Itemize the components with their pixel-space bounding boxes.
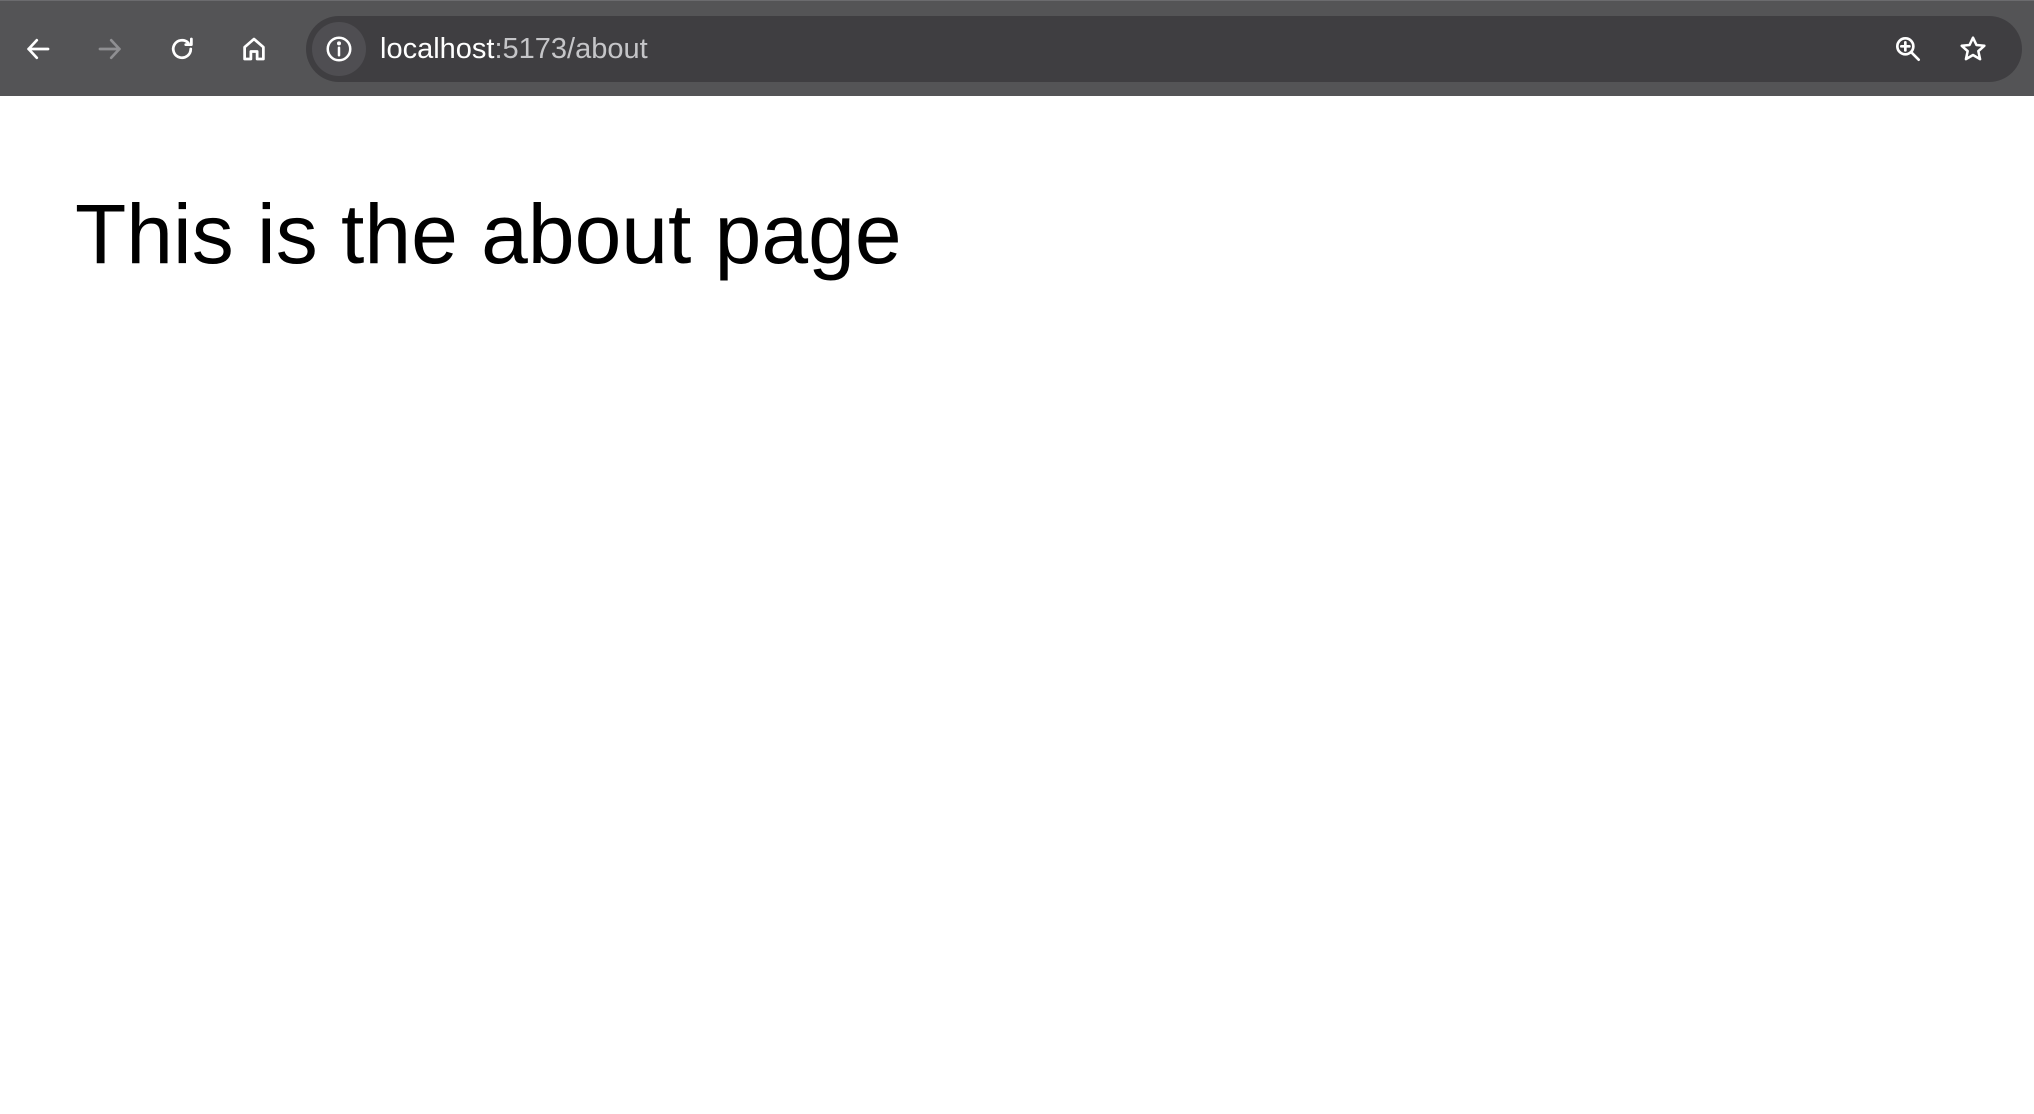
- zoom-button[interactable]: [1884, 25, 1932, 73]
- url-text[interactable]: localhost:5173/about: [380, 16, 648, 82]
- back-button[interactable]: [14, 25, 62, 73]
- address-bar[interactable]: localhost:5173/about: [306, 16, 2022, 82]
- bookmark-button[interactable]: [1949, 25, 1997, 73]
- home-button[interactable]: [230, 25, 278, 73]
- reload-icon: [171, 37, 193, 60]
- url-host: localhost: [380, 33, 495, 65]
- site-info-button[interactable]: [312, 22, 366, 76]
- zoom-in-icon: [1896, 36, 1920, 61]
- reload-button[interactable]: [158, 25, 206, 73]
- info-icon: [326, 36, 352, 62]
- arrow-right-icon: [98, 38, 121, 60]
- page-heading: This is the about page: [75, 187, 902, 281]
- arrow-left-icon: [27, 38, 50, 60]
- home-icon: [243, 37, 265, 61]
- browser-toolbar: localhost:5173/about: [0, 0, 2034, 96]
- star-icon: [1960, 36, 1986, 61]
- forward-button[interactable]: [86, 25, 134, 73]
- url-path: :5173/about: [494, 33, 648, 65]
- page-content: This is the about page: [0, 96, 2034, 1114]
